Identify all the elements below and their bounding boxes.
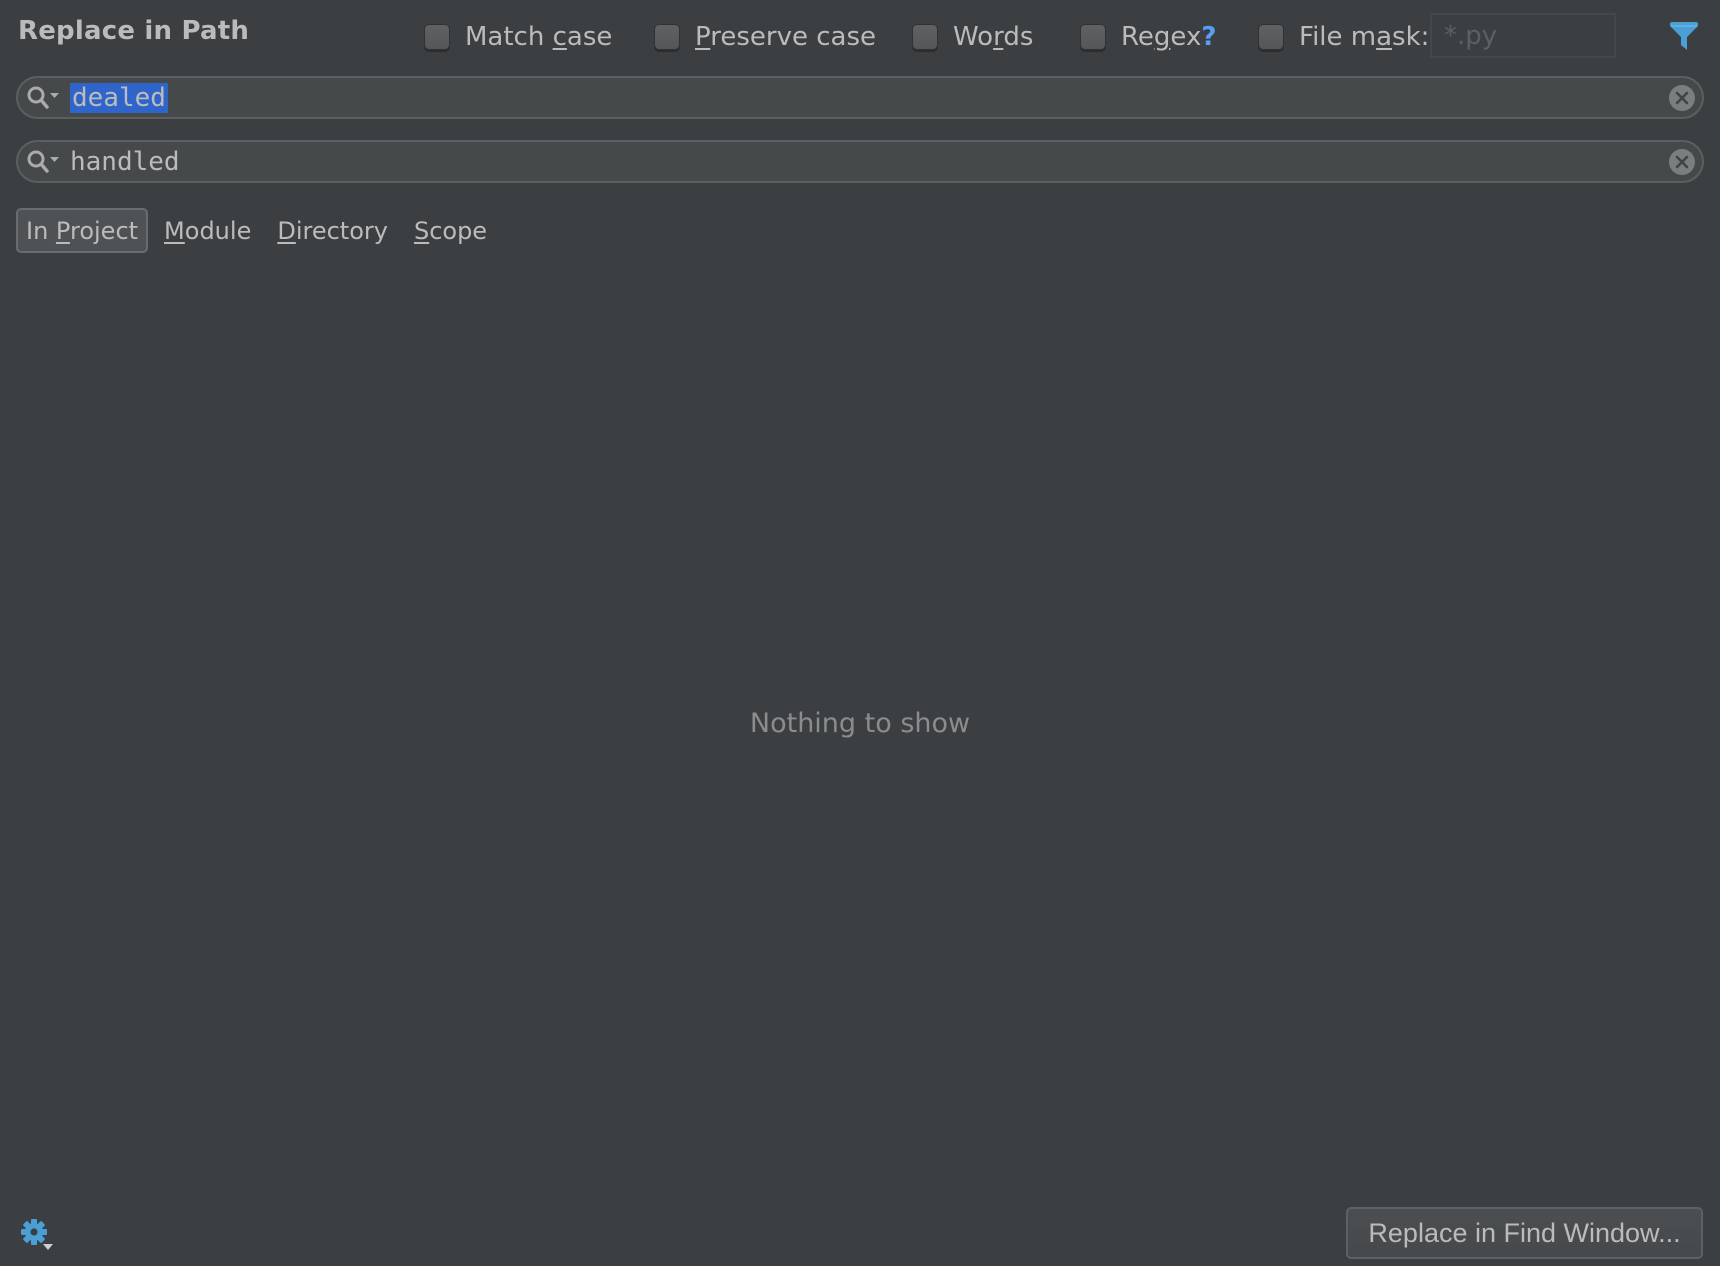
replace-field[interactable]: handled [16,140,1704,183]
clear-find-icon[interactable] [1668,84,1696,112]
file-mask-label: File mask: [1299,22,1430,52]
tab-directory[interactable]: Directory [267,208,398,253]
filter-icon[interactable] [1668,21,1700,51]
regex-option[interactable]: Regex? [1080,20,1216,54]
match-case-label: Match case [465,22,613,52]
tab-scope[interactable]: Scope [404,208,497,253]
tab-module[interactable]: Module [154,208,261,253]
file-mask-checkbox[interactable] [1258,24,1284,50]
preserve-case-label: Preserve case [695,22,876,52]
scope-tabs: In Project Module Directory Scope [16,208,503,253]
search-history-icon[interactable] [26,149,62,175]
regex-label: Regex [1121,22,1202,52]
replace-in-path-dialog: Replace in Path Match case Preserve case… [0,0,1720,1266]
file-mask-input[interactable] [1430,13,1616,58]
dialog-title: Replace in Path [18,16,250,46]
words-label: Words [953,22,1034,52]
regex-help-link[interactable]: ? [1201,22,1216,52]
replace-in-find-window-button[interactable]: Replace in Find Window... [1346,1207,1703,1259]
replace-input[interactable]: handled [70,145,180,179]
preserve-case-checkbox[interactable] [654,24,680,50]
clear-replace-icon[interactable] [1668,148,1696,176]
find-input[interactable]: dealed [70,81,168,115]
tab-in-project[interactable]: In Project [16,208,149,253]
search-history-icon[interactable] [26,85,62,111]
find-input-selection: dealed [70,83,168,113]
file-mask-option[interactable]: File mask: [1258,20,1429,54]
words-checkbox[interactable] [912,24,938,50]
results-empty-text: Nothing to show [749,708,971,739]
preserve-case-option[interactable]: Preserve case [654,20,876,54]
find-field[interactable]: dealed [16,76,1704,119]
gear-icon[interactable] [20,1218,54,1252]
match-case-checkbox[interactable] [424,24,450,50]
regex-checkbox[interactable] [1080,24,1106,50]
match-case-option[interactable]: Match case [424,20,612,54]
words-option[interactable]: Words [912,20,1033,54]
